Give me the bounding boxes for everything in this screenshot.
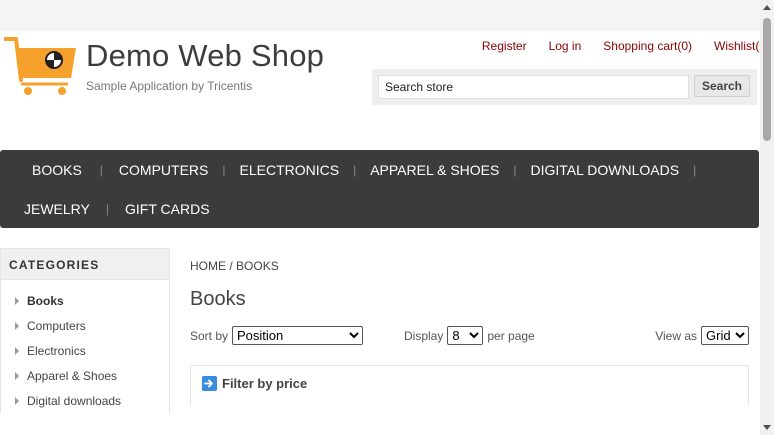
breadcrumb-separator: /	[229, 259, 233, 273]
view-mode-select[interactable]: Grid	[701, 326, 749, 345]
login-link[interactable]: Log in	[549, 39, 582, 53]
menu-item-electronics[interactable]: ELECTRONICS	[240, 162, 340, 178]
category-item-electronics[interactable]: Electronics	[1, 338, 169, 363]
header-links: Register Log in Shopping cart(0) Wishlis…	[482, 39, 770, 53]
price-filter-box: Filter by price	[190, 365, 749, 405]
menu-item-computers[interactable]: COMPUTERS	[119, 162, 208, 178]
menu-item-gift-cards[interactable]: GIFT CARDS	[125, 201, 210, 217]
category-item-books[interactable]: Books	[1, 288, 169, 313]
menu-separator: |	[222, 162, 226, 177]
category-label: Books	[27, 293, 64, 308]
register-link[interactable]: Register	[482, 39, 527, 53]
shopping-cart-icon	[4, 37, 76, 95]
arrow-right-icon[interactable]	[202, 376, 217, 391]
categories-heading: CATEGORIES	[0, 248, 170, 280]
categories-list: Books Computers Electronics Apparel & Sh…	[0, 280, 170, 413]
breadcrumb: HOME / BOOKS	[190, 259, 279, 273]
menu-separator: |	[353, 162, 357, 177]
sort-control: Sort by Position	[190, 326, 364, 345]
scroll-down-arrow-icon[interactable]	[763, 425, 771, 430]
scroll-up-arrow-icon[interactable]	[763, 5, 771, 10]
sort-select[interactable]: Position	[232, 326, 364, 345]
browser-top-strip	[0, 0, 760, 30]
menu-item-digital-downloads[interactable]: DIGITAL DOWNLOADS	[531, 162, 680, 178]
product-list-controls: Sort by Position Display 8 per page View…	[190, 326, 749, 346]
logo-title: Demo Web Shop	[86, 38, 325, 73]
menu-separator: |	[105, 201, 109, 216]
page-size-select[interactable]: 8	[447, 326, 484, 345]
categories-sidebar: CATEGORIES Books Computers Electronics A…	[0, 248, 170, 413]
breadcrumb-home-link[interactable]: HOME	[190, 259, 226, 273]
menu-item-apparel-shoes[interactable]: APPAREL & SHOES	[370, 162, 499, 178]
menu-item-books[interactable]: BOOKS	[32, 162, 82, 178]
caret-right-icon	[15, 396, 19, 405]
top-menu-row-1: BOOKS | COMPUTERS | ELECTRONICS | APPARE…	[0, 150, 710, 189]
page-size-control: Display 8 per page	[404, 326, 535, 345]
caret-right-icon	[15, 296, 19, 305]
category-label: Computers	[27, 318, 86, 333]
scroll-thumb[interactable]	[763, 18, 771, 141]
display-label: Display	[404, 328, 444, 343]
top-menu: BOOKS | COMPUTERS | ELECTRONICS | APPARE…	[0, 150, 759, 228]
page-title: Books	[190, 288, 246, 310]
vertical-scrollbar[interactable]	[760, 0, 774, 435]
top-menu-row-2: JEWELRY | GIFT CARDS	[0, 189, 210, 228]
category-label: Digital downloads	[27, 393, 122, 408]
shopping-cart-link[interactable]: Shopping cart(0)	[603, 39, 692, 53]
search-input[interactable]: Search store	[378, 75, 689, 99]
view-as-label: View as	[655, 328, 697, 343]
sort-label: Sort by	[190, 328, 229, 343]
caret-right-icon	[15, 346, 19, 355]
site-logo[interactable]: Demo Web Shop Sample Application by Tric…	[4, 34, 324, 95]
menu-separator: |	[99, 162, 103, 177]
filter-title: Filter by price	[222, 376, 308, 391]
category-item-digital-downloads[interactable]: Digital downloads	[1, 388, 169, 413]
menu-separator: |	[693, 162, 697, 177]
breadcrumb-current: BOOKS	[236, 259, 279, 273]
category-label: Electronics	[27, 343, 86, 358]
category-item-computers[interactable]: Computers	[1, 313, 169, 338]
menu-separator: |	[513, 162, 517, 177]
search-button[interactable]: Search	[694, 75, 750, 97]
per-page-label: per page	[487, 328, 535, 343]
view-mode-control: View as Grid	[655, 326, 749, 345]
caret-right-icon	[15, 321, 19, 330]
search-box: Search store Search	[372, 69, 757, 105]
caret-right-icon	[15, 371, 19, 380]
category-item-apparel-shoes[interactable]: Apparel & Shoes	[1, 363, 169, 388]
main-content: HOME / BOOKS Books Sort by Position Disp…	[190, 248, 750, 405]
logo-subtitle: Sample Application by Tricentis	[86, 79, 253, 93]
category-label: Apparel & Shoes	[27, 368, 118, 383]
menu-item-jewelry[interactable]: JEWELRY	[24, 201, 90, 217]
